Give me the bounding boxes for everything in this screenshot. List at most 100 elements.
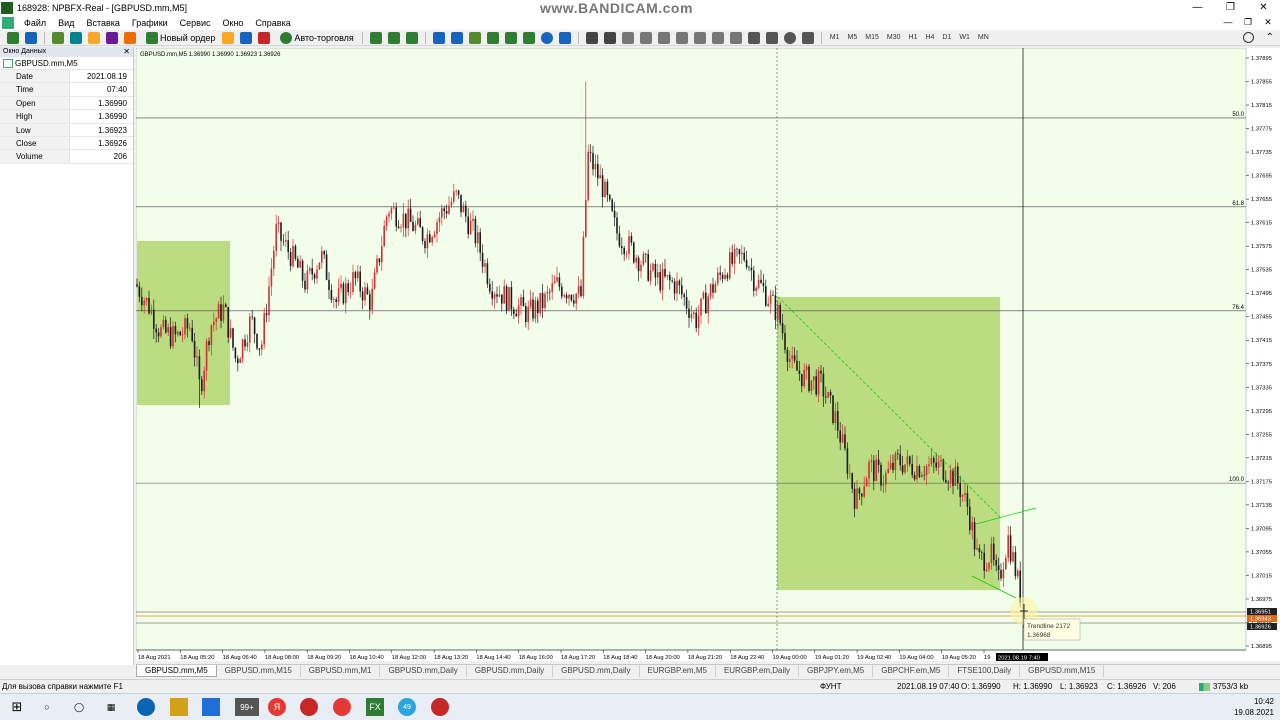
candle-body xyxy=(323,251,325,255)
opera-gx-icon[interactable] xyxy=(333,698,351,716)
autoscroll-icon[interactable] xyxy=(486,31,499,44)
menu-help[interactable]: Справка xyxy=(249,18,296,28)
chart-tab[interactable]: GBPUSD.mm,Daily xyxy=(380,665,467,677)
horizontal-line-icon[interactable] xyxy=(639,31,652,44)
close-button[interactable]: ✕ xyxy=(1247,0,1280,15)
chart-tab[interactable]: GBPUSD.mm,M15 xyxy=(217,665,301,677)
market-watch-icon[interactable] xyxy=(52,31,64,44)
data-row-label: Low xyxy=(0,123,70,136)
timeframe-m30[interactable]: M30 xyxy=(883,34,905,41)
timeframe-h4[interactable]: H4 xyxy=(921,34,938,41)
cursor-icon[interactable] xyxy=(585,31,598,44)
trendline-icon[interactable] xyxy=(657,31,670,44)
mail-icon[interactable]: 99+ xyxy=(235,698,259,716)
new-order-button[interactable]: Новый ордер xyxy=(139,31,219,45)
chart-tab[interactable]: FTSE100,Daily xyxy=(949,665,1021,677)
chart-close-button[interactable]: ✕ xyxy=(1258,15,1278,30)
timeframe-m15[interactable]: M15 xyxy=(861,34,883,41)
terminal-icon[interactable] xyxy=(106,31,118,44)
fibo-icon[interactable] xyxy=(693,31,706,44)
periods-icon[interactable] xyxy=(540,31,553,44)
bar-chart-icon[interactable] xyxy=(369,31,382,44)
tester-icon[interactable] xyxy=(124,31,136,44)
profile-name[interactable]: ФУНТ xyxy=(820,680,841,694)
templates-icon[interactable] xyxy=(558,31,571,44)
chart-tab[interactable]: GBPUSD.mm,M5 xyxy=(136,665,217,677)
candle-body xyxy=(630,236,633,243)
timeframe-h1[interactable]: H1 xyxy=(905,34,922,41)
menu-charts[interactable]: Графики xyxy=(126,18,174,28)
price-chart[interactable]: 50.0 61.8 76.4 100.0 Trendline 2172 1.36968 GB… xyxy=(136,48,1280,661)
chart-tab[interactable]: GBPUSD.mm,Daily xyxy=(467,665,554,677)
crosshair-icon[interactable] xyxy=(603,31,616,44)
chart-minimize-button[interactable]: — xyxy=(1218,15,1238,30)
task-view-icon[interactable]: ▦ xyxy=(102,698,120,716)
maximize-button[interactable]: ❐ xyxy=(1214,0,1247,15)
zoom-out-icon[interactable] xyxy=(450,31,463,44)
search-icon[interactable] xyxy=(1243,32,1254,43)
cortana-icon[interactable]: ◯ xyxy=(70,698,88,716)
chart-shift-icon[interactable] xyxy=(504,31,517,44)
candle-body xyxy=(928,464,930,467)
range-box-right[interactable] xyxy=(777,297,1000,590)
tile-windows-icon[interactable] xyxy=(468,31,481,44)
opera-icon[interactable] xyxy=(300,698,318,716)
menu-tools[interactable]: Сервис xyxy=(174,18,217,28)
chart-tab[interactable]: EURGBP.em,Daily xyxy=(716,665,800,677)
channel-icon[interactable] xyxy=(675,31,688,44)
label-icon[interactable] xyxy=(729,31,742,44)
explorer-icon[interactable] xyxy=(170,698,188,716)
ellipse-icon[interactable] xyxy=(783,31,796,44)
data-window-close-button[interactable]: ✕ xyxy=(123,47,130,57)
menu-window[interactable]: Окно xyxy=(217,18,250,28)
candle-body xyxy=(937,461,940,468)
terminal-app-icon[interactable]: FX xyxy=(366,698,384,716)
zoom-in-icon[interactable] xyxy=(432,31,445,44)
text-icon[interactable] xyxy=(711,31,724,44)
candle-body xyxy=(345,283,347,304)
auto-trading-button[interactable]: Авто-торговля xyxy=(273,31,357,45)
new-chart-icon[interactable] xyxy=(7,31,19,44)
timeframe-mn[interactable]: MN xyxy=(974,34,993,41)
timeframe-d1[interactable]: D1 xyxy=(938,34,955,41)
system-clock[interactable]: 10:42 19.08.2021 xyxy=(1234,696,1274,718)
yandex-icon[interactable]: Я xyxy=(268,698,286,716)
chart-tab[interactable]: GBPUSD.mm,M15 xyxy=(1020,665,1105,677)
vertical-line-icon[interactable] xyxy=(621,31,634,44)
chart-tab[interactable]: GBPUSD.mm,Daily xyxy=(553,665,640,677)
candle-body xyxy=(385,216,388,226)
signals-icon[interactable] xyxy=(240,31,253,44)
rectangle-icon[interactable] xyxy=(747,31,760,44)
timeframe-m1[interactable]: M1 xyxy=(826,34,844,41)
record-icon[interactable] xyxy=(431,698,449,716)
chart-tab[interactable]: EURGBP.em,M5 xyxy=(640,665,716,677)
chart-tab[interactable]: GBPUSD.mm,M1 xyxy=(301,665,381,677)
indicators-icon[interactable] xyxy=(522,31,535,44)
telegram-icon[interactable]: 49 xyxy=(398,698,416,716)
chart-restore-button[interactable]: ❐ xyxy=(1238,15,1258,30)
chart-tab[interactable]: GBPJPY.em,M5 xyxy=(799,665,874,677)
navigator-icon[interactable] xyxy=(70,31,82,44)
minimize-button[interactable]: — xyxy=(1181,0,1214,15)
chart-canvas[interactable]: 50.0 61.8 76.4 100.0 Trendline 2172 1.36968 GB… xyxy=(136,48,1280,661)
line-chart-icon[interactable] xyxy=(405,31,418,44)
search-icon[interactable]: ○ xyxy=(38,698,56,716)
store-icon[interactable] xyxy=(202,698,220,716)
metaeditor-icon[interactable] xyxy=(222,31,235,44)
menu-view[interactable]: Вид xyxy=(52,18,80,28)
menu-insert[interactable]: Вставка xyxy=(80,18,125,28)
folder-icon[interactable] xyxy=(88,31,100,44)
timeframe-m5[interactable]: M5 xyxy=(844,34,862,41)
triangle-icon[interactable] xyxy=(765,31,778,44)
candle-chart-icon[interactable] xyxy=(387,31,400,44)
expand-icon[interactable]: ⌃ xyxy=(1266,32,1274,43)
windows-start-icon[interactable]: ⊞ xyxy=(8,698,26,716)
chart-tab[interactable]: GBPCHF.em,M5 xyxy=(873,665,950,677)
edge-icon[interactable] xyxy=(137,698,155,716)
menu-file[interactable]: Файл xyxy=(18,18,52,28)
vps-icon[interactable] xyxy=(258,31,271,44)
connection-status[interactable]: 3753/3 kb xyxy=(1199,680,1248,694)
arrows-icon[interactable] xyxy=(801,31,814,44)
timeframe-w1[interactable]: W1 xyxy=(955,34,974,41)
profiles-icon[interactable] xyxy=(25,31,37,44)
